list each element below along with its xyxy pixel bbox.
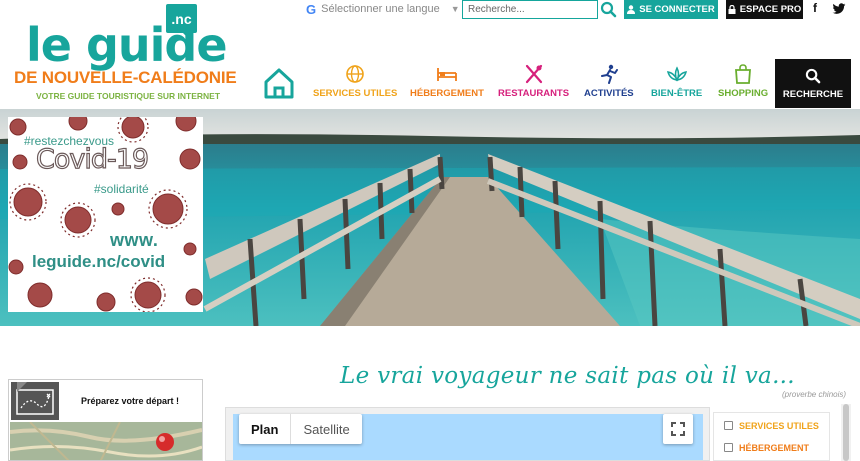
nav-label: ACTIVITÉS [584,88,634,99]
filter-services-utiles[interactable]: SERVICES UTILES [724,420,829,431]
dropdown-caret-icon: ▼ [450,4,460,14]
filter-label: SERVICES UTILES [739,420,819,431]
runner-icon [600,64,618,84]
trip-map-image [10,422,202,460]
interactive-map[interactable]: Plan Satellite [225,407,710,461]
checkbox[interactable] [724,421,733,430]
trip-planner-label: Préparez votre départ ! [81,396,180,406]
map-category-filters: SERVICES UTILES HÉBERGEMENT [713,412,830,461]
nav-activites[interactable]: ACTIVITÉS [584,64,634,99]
map-tab-plan[interactable]: Plan [239,414,292,444]
nav-restaurants[interactable]: RESTAURANTS [498,64,569,99]
covid-title: Covid-19 [35,143,149,175]
lock-icon [728,5,736,14]
nav-label: HÉBERGEMENT [410,88,484,99]
checkbox[interactable] [724,443,733,452]
bed-icon [437,68,457,81]
quote-source: (proverbe chinois) [782,390,847,399]
covid-url-line1: www. [110,230,159,250]
facebook-icon[interactable]: f [813,1,817,15]
map-tab-satellite[interactable]: Satellite [291,414,361,444]
user-icon [627,5,636,14]
utensils-icon [525,64,542,84]
nav-services-utiles[interactable]: SERVICES UTILES [313,64,397,99]
nav-label: SERVICES UTILES [313,88,398,99]
nav-hebergement[interactable]: HÉBERGEMENT [410,64,484,99]
trip-planner-card[interactable]: Préparez votre départ ! [8,379,203,461]
twitter-icon[interactable] [832,2,846,16]
fullscreen-button[interactable] [663,414,693,444]
language-label: Sélectionner une langue [321,3,440,15]
logo-tld-badge: .nc [166,4,197,33]
nav-search-label: RECHERCHE [782,88,844,100]
filters-scrollbar[interactable] [841,404,851,461]
quote-text: Le vrai voyageur ne sait pas où il va... [340,363,795,389]
covid-banner[interactable]: #restezchezvous Covid-19 #solidarité www… [8,117,203,312]
nav-label: SHOPPING [718,88,769,99]
language-selector[interactable]: G Sélectionner une langue ▼ [306,1,460,17]
logo-subtitle: DE NOUVELLE-CALÉDONIE [14,68,237,87]
search-input[interactable] [462,0,598,19]
search-icon[interactable] [600,1,617,18]
home-icon[interactable] [262,66,296,100]
filter-label: HÉBERGEMENT [739,442,810,453]
covid-url-line2: leguide.nc/covid [32,252,166,271]
logo-tagline: VOTRE GUIDE TOURISTIQUE SUR INTERNET [36,91,221,101]
google-icon: G [306,1,317,17]
nav-shopping[interactable]: SHOPPING [718,64,768,99]
login-button[interactable]: SE CONNECTER [624,0,718,19]
login-label: SE CONNECTER [639,4,715,15]
shopping-bag-icon [735,64,752,84]
logo-badge-tail [181,31,189,39]
nav-label: RESTAURANTS [498,88,570,99]
map-planner-icon [11,382,59,420]
pro-space-label: ESPACE PRO [739,4,802,15]
nav-bien-etre[interactable]: BIEN-ÊTRE [651,64,702,99]
lotus-icon [666,66,687,82]
scrollbar-thumb[interactable] [843,404,849,461]
covid-hashtag-solidarity: #solidarité [94,182,149,196]
globe-icon [346,65,364,83]
search-icon [805,68,821,83]
filter-hebergement[interactable]: HÉBERGEMENT [724,442,829,453]
fullscreen-icon [671,422,685,436]
page: G Sélectionner une langue ▼ SE CONNECTER… [0,0,860,461]
pro-space-button[interactable]: ESPACE PRO [726,0,803,19]
nav-label: BIEN-ÊTRE [651,88,703,99]
map-type-toggle: Plan Satellite [239,414,362,444]
nav-search-button[interactable]: RECHERCHE [775,59,851,108]
